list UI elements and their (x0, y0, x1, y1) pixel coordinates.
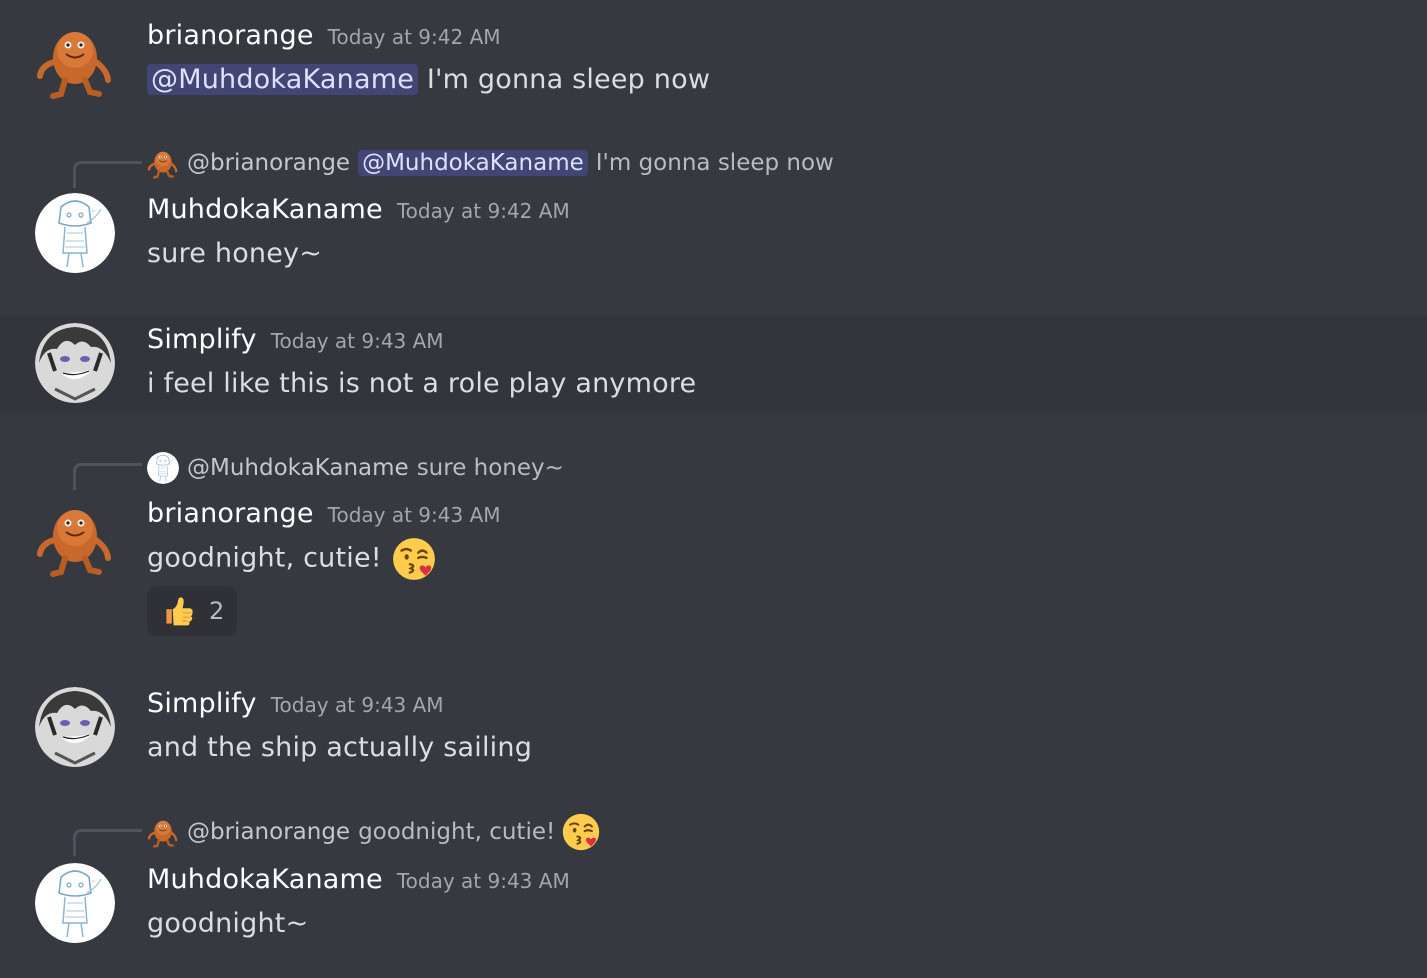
reply-username[interactable]: @MuhdokaKaname (187, 455, 409, 481)
username[interactable]: Simplify (147, 688, 257, 719)
message-content: and the ship actually sailing (147, 732, 532, 763)
reply-text[interactable]: goodnight, cutie! (358, 819, 555, 845)
avatar-muhdokakaname[interactable] (35, 193, 115, 273)
message-item[interactable]: Simplify Today at 9:43 AM i feel like thi… (0, 315, 1427, 412)
message-text: I'm gonna sleep now (418, 64, 711, 95)
user-mention[interactable]: @MuhdokaKaname (147, 64, 419, 95)
username[interactable]: brianorange (147, 20, 314, 51)
reply-preview[interactable]: @brianorange goodnight, cutie! (147, 812, 601, 852)
reply-spine (73, 829, 142, 856)
kissing-face-emoji (562, 812, 601, 852)
avatar-brianorange[interactable] (35, 498, 115, 578)
avatar-simplify[interactable] (35, 687, 115, 767)
message-content: i feel like this is not a role play anym… (147, 368, 696, 399)
reply-text[interactable]: sure honey~ (417, 455, 564, 481)
avatar-simplify[interactable] (35, 323, 115, 403)
timestamp[interactable]: Today at 9:43 AM (271, 693, 444, 717)
reply-avatar (147, 452, 179, 484)
message-item[interactable]: @brianorange @MuhdokaKaname I'm gonna sl… (0, 130, 1427, 315)
message-content: goodnight~ (147, 908, 308, 939)
message-text: sure honey~ (147, 238, 323, 269)
timestamp[interactable]: Today at 9:43 AM (328, 503, 501, 527)
message-content: goodnight, cutie! (147, 536, 437, 582)
timestamp[interactable]: Today at 9:42 AM (328, 25, 501, 49)
message-item[interactable]: Simplify Today at 9:43 AM and the ship ac… (0, 667, 1427, 777)
timestamp[interactable]: Today at 9:42 AM (397, 199, 570, 223)
timestamp[interactable]: Today at 9:43 AM (271, 329, 444, 353)
message-item[interactable]: brianorange Today at 9:42 AM @MuhdokaKana… (0, 0, 1427, 130)
message-header: brianorange Today at 9:43 AM (147, 498, 501, 529)
message-item[interactable]: @brianorange goodnight, cutie! MuhdokaKa… (0, 777, 1427, 978)
message-header: Simplify Today at 9:43 AM (147, 688, 444, 719)
reply-preview[interactable]: @brianorange @MuhdokaKaname I'm gonna sl… (147, 145, 834, 181)
reply-username[interactable]: @brianorange (187, 819, 350, 845)
message-header: MuhdokaKaname Today at 9:43 AM (147, 864, 570, 895)
reply-text[interactable]: I'm gonna sleep now (596, 150, 834, 176)
username[interactable]: MuhdokaKaname (147, 864, 383, 895)
message-header: Simplify Today at 9:43 AM (147, 324, 444, 355)
reply-spine (73, 161, 142, 188)
reply-preview[interactable]: @MuhdokaKaname sure honey~ (147, 450, 564, 486)
avatar-muhdokakaname[interactable] (35, 863, 115, 943)
message-text: and the ship actually sailing (147, 732, 533, 763)
message-header: brianorange Today at 9:42 AM (147, 20, 501, 51)
username[interactable]: brianorange (147, 498, 314, 529)
reply-mention[interactable]: @MuhdokaKaname (358, 150, 588, 176)
reaction-count: 2 (209, 597, 225, 625)
chat-message-list: brianorange Today at 9:42 AM @MuhdokaKana… (0, 0, 1427, 978)
message-text: goodnight, cutie! (147, 542, 382, 574)
reply-spine (73, 463, 142, 490)
reply-avatar (147, 816, 179, 848)
message-text: i feel like this is not a role play anym… (147, 368, 697, 399)
reply-avatar (147, 147, 179, 179)
username[interactable]: Simplify (147, 324, 257, 355)
timestamp[interactable]: Today at 9:43 AM (397, 869, 570, 893)
reply-username[interactable]: @brianorange (187, 150, 350, 176)
message-content: sure honey~ (147, 238, 322, 269)
username[interactable]: MuhdokaKaname (147, 194, 383, 225)
message-item[interactable]: @MuhdokaKaname sure honey~ brianorange To… (0, 412, 1427, 667)
message-header: MuhdokaKaname Today at 9:42 AM (147, 194, 570, 225)
avatar-brianorange[interactable] (35, 20, 115, 100)
kissing-face-emoji[interactable] (391, 536, 437, 582)
message-content: @MuhdokaKaname I'm gonna sleep now (147, 64, 710, 95)
thumbs-up-emoji (165, 596, 194, 626)
reaction-thumbs-up[interactable]: 2 (147, 586, 237, 636)
message-text: goodnight~ (147, 908, 309, 939)
